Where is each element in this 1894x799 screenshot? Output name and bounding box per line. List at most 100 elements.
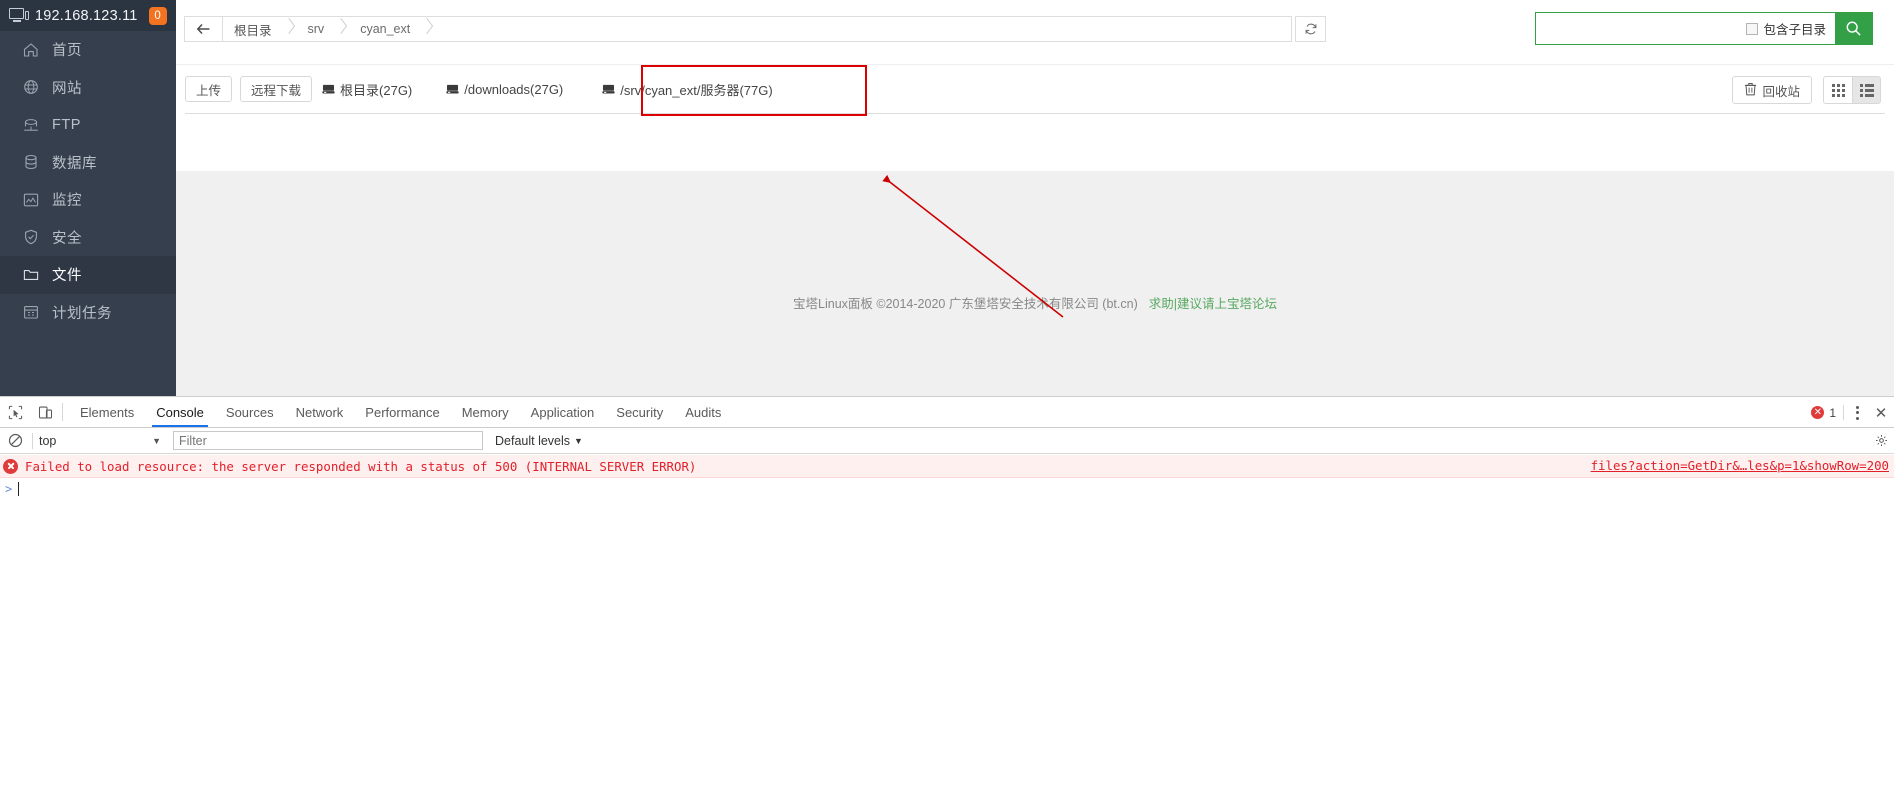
search-button[interactable]	[1835, 13, 1872, 44]
file-toolbar: 上传 远程下载 根目录(27G) /downloads(27G) /srv/cy…	[176, 64, 1894, 171]
disk-icon	[322, 83, 335, 95]
chevron-down-icon: ▼	[574, 435, 583, 446]
disk-link-root[interactable]: 根目录(27G)	[320, 77, 414, 102]
include-subdirectories-toggle[interactable]: 包含子目录	[1744, 13, 1835, 44]
footer-forum-link[interactable]: 求助|建议请上宝塔论坛	[1149, 297, 1277, 311]
disk-icon	[446, 83, 459, 95]
sidebar-item-label: 数据库	[52, 155, 97, 172]
sidebar-item-label: 首页	[52, 43, 82, 60]
tab-security[interactable]: Security	[605, 397, 674, 427]
breadcrumb-items: 根目录 srv cyan_ext	[223, 17, 435, 41]
devtools-panel: Elements Console Sources Network Perform…	[0, 396, 1894, 799]
file-toolbar-left: 上传 远程下载 根目录(27G) /downloads(27G) /srv/cy…	[185, 65, 1885, 113]
console-prompt-icon: >	[5, 482, 13, 496]
list-view-button[interactable]	[1852, 76, 1881, 104]
include-subdirectories-checkbox[interactable]	[1746, 22, 1759, 35]
back-button[interactable]	[185, 17, 223, 41]
sidebar-item-database[interactable]: 数据库	[0, 144, 176, 182]
tab-application[interactable]: Application	[520, 397, 606, 427]
console-error-row[interactable]: Failed to load resource: the server resp…	[0, 455, 1894, 478]
refresh-button[interactable]	[1295, 16, 1326, 42]
search-bar: 包含子目录	[1535, 12, 1873, 45]
view-toggle-group	[1823, 76, 1881, 104]
sidebar-item-label: 监控	[52, 193, 82, 210]
console-levels-value: Default levels	[495, 433, 571, 448]
recycle-bin-label: 回收站	[1762, 84, 1800, 99]
server-ip-label: 192.168.123.11	[35, 7, 138, 24]
sidebar: 192.168.123.11 0 首页 网站 FTP 数据库 监控 安全 文件 …	[0, 0, 176, 396]
tab-console[interactable]: Console	[145, 397, 215, 427]
console-error-source-link[interactable]: files?action=GetDir&…les&p=1&showRow=200	[1591, 458, 1889, 473]
console-levels-select[interactable]: Default levels ▼	[495, 434, 583, 448]
globe-icon	[23, 79, 39, 95]
database-icon	[23, 154, 39, 170]
sidebar-item-ftp[interactable]: FTP	[0, 106, 176, 144]
tab-elements[interactable]: Elements	[69, 397, 145, 427]
footer-copyright: 宝塔Linux面板 ©2014-2020 广东堡塔安全技术有限公司 (bt.cn…	[793, 297, 1138, 311]
error-count-badge[interactable]: ✕ 1	[1811, 405, 1844, 420]
sidebar-item-security[interactable]: 安全	[0, 219, 176, 257]
breadcrumb-separator-icon	[335, 16, 349, 42]
sidebar-item-files[interactable]: 文件	[0, 256, 176, 294]
notification-badge[interactable]: 0	[148, 6, 167, 25]
disk-link-downloads[interactable]: /downloads(27G)	[444, 79, 565, 100]
grid-view-button[interactable]	[1823, 76, 1852, 104]
close-icon[interactable]: ✕	[1870, 397, 1892, 428]
console-context-value: top	[39, 433, 57, 448]
main-content: 根目录 srv cyan_ext 包含子目录 上传 远程下载 根目录(27G) …	[176, 0, 1894, 396]
footer: 宝塔Linux面板 ©2014-2020 广东堡塔安全技术有限公司 (bt.cn…	[176, 293, 1894, 312]
sidebar-item-home[interactable]: 首页	[0, 31, 176, 69]
browser-page-region: 192.168.123.11 0 首页 网站 FTP 数据库 监控 安全 文件 …	[0, 0, 1894, 396]
sidebar-item-monitor[interactable]: 监控	[0, 181, 176, 219]
folder-icon	[23, 267, 39, 283]
breadcrumb-label: srv	[307, 22, 325, 36]
remote-download-button[interactable]: 远程下载	[240, 76, 313, 102]
breadcrumb-label: cyan_ext	[360, 22, 411, 36]
breadcrumb-label: 根目录	[234, 23, 272, 38]
tab-network[interactable]: Network	[285, 397, 355, 427]
breadcrumb-separator-icon	[421, 16, 435, 42]
more-options-icon[interactable]	[1846, 397, 1868, 428]
breadcrumb-separator-icon	[283, 16, 297, 42]
inspect-cursor-icon[interactable]	[0, 397, 30, 427]
error-count-label: 1	[1829, 405, 1836, 420]
file-list-area	[176, 114, 1894, 171]
tab-audits[interactable]: Audits	[674, 397, 732, 427]
breadcrumb: 根目录 srv cyan_ext	[184, 16, 1292, 42]
tab-memory[interactable]: Memory	[451, 397, 520, 427]
sidebar-item-label: 网站	[52, 80, 82, 97]
search-input[interactable]	[1536, 13, 1745, 44]
console-output: Failed to load resource: the server resp…	[0, 455, 1894, 799]
device-toolbar-icon[interactable]	[30, 397, 60, 427]
sidebar-header[interactable]: 192.168.123.11 0	[0, 0, 176, 31]
grid-view-icon	[1831, 83, 1845, 97]
tab-sources[interactable]: Sources	[215, 397, 285, 427]
sidebar-item-label: FTP	[52, 116, 81, 133]
console-prompt-row[interactable]: >	[0, 478, 1894, 500]
breadcrumb-item-root[interactable]: 根目录	[223, 16, 297, 42]
include-subdirectories-label: 包含子目录	[1763, 23, 1826, 37]
console-context-select[interactable]: top ▼	[39, 434, 167, 448]
console-text-caret	[18, 482, 20, 496]
settings-gear-icon[interactable]	[1875, 434, 1888, 447]
breadcrumb-item-srv[interactable]: srv	[297, 16, 350, 42]
trash-icon	[1744, 82, 1757, 99]
tab-performance[interactable]: Performance	[354, 397, 450, 427]
recycle-bin-button[interactable]: 回收站	[1732, 76, 1812, 104]
shield-check-icon	[23, 229, 39, 245]
chevron-down-icon: ▼	[152, 435, 161, 446]
breadcrumb-item-cyan-ext[interactable]: cyan_ext	[349, 16, 435, 42]
chart-monitor-icon	[23, 192, 39, 208]
monitor-icon	[9, 8, 29, 23]
disk-link-srv-cyan-ext[interactable]: /srv/cyan_ext/服务器(77G)	[600, 77, 774, 102]
sidebar-item-website[interactable]: 网站	[0, 69, 176, 107]
file-toolbar-right: 回收站	[1732, 76, 1881, 104]
breadcrumb-bar: 根目录 srv cyan_ext 包含子目录	[176, 0, 1894, 64]
clear-console-icon[interactable]	[4, 430, 26, 452]
console-filter-input[interactable]	[173, 431, 483, 450]
sidebar-item-label: 文件	[52, 268, 82, 285]
upload-button[interactable]: 上传	[185, 76, 233, 102]
error-circle-icon	[3, 458, 18, 474]
toolbar-divider	[62, 403, 63, 421]
sidebar-item-scheduled-tasks[interactable]: 计划任务	[0, 294, 176, 332]
